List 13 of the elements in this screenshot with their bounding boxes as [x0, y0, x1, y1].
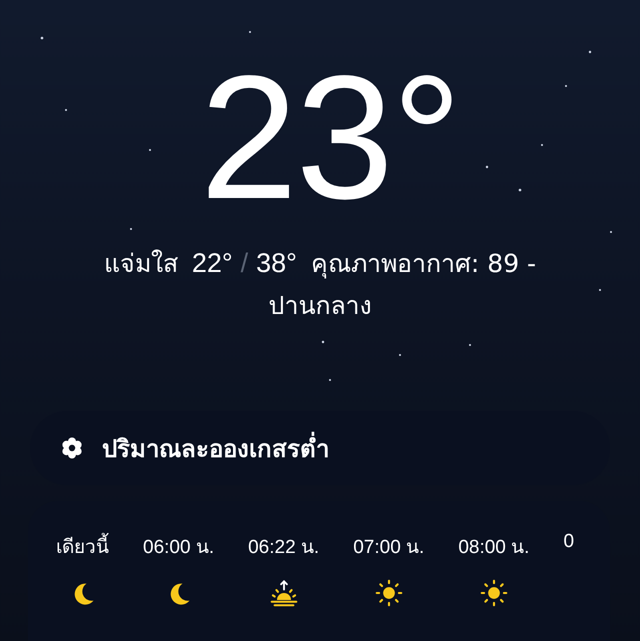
hour-time: เดียวนี้	[56, 531, 109, 561]
sun-icon	[374, 579, 403, 607]
hour-time: 07:00 น.	[353, 536, 424, 560]
temperature: 23°	[198, 50, 460, 226]
weather-summary: แจ่มใส 22° / 38° คุณภาพอากาศ: 89 - ปานกลาง	[102, 247, 538, 322]
hour-time: 0	[563, 531, 574, 553]
pollen-level: ปริมาณละอองเกสรต่ำ	[102, 428, 329, 468]
sun-icon	[480, 579, 508, 607]
hour-time: 06:00 น.	[143, 536, 214, 560]
hour-time: 08:00 น.	[458, 536, 530, 560]
hour-time: 06:22 น.	[248, 536, 320, 560]
flower-icon	[60, 436, 84, 460]
sunrise-icon	[270, 579, 298, 607]
